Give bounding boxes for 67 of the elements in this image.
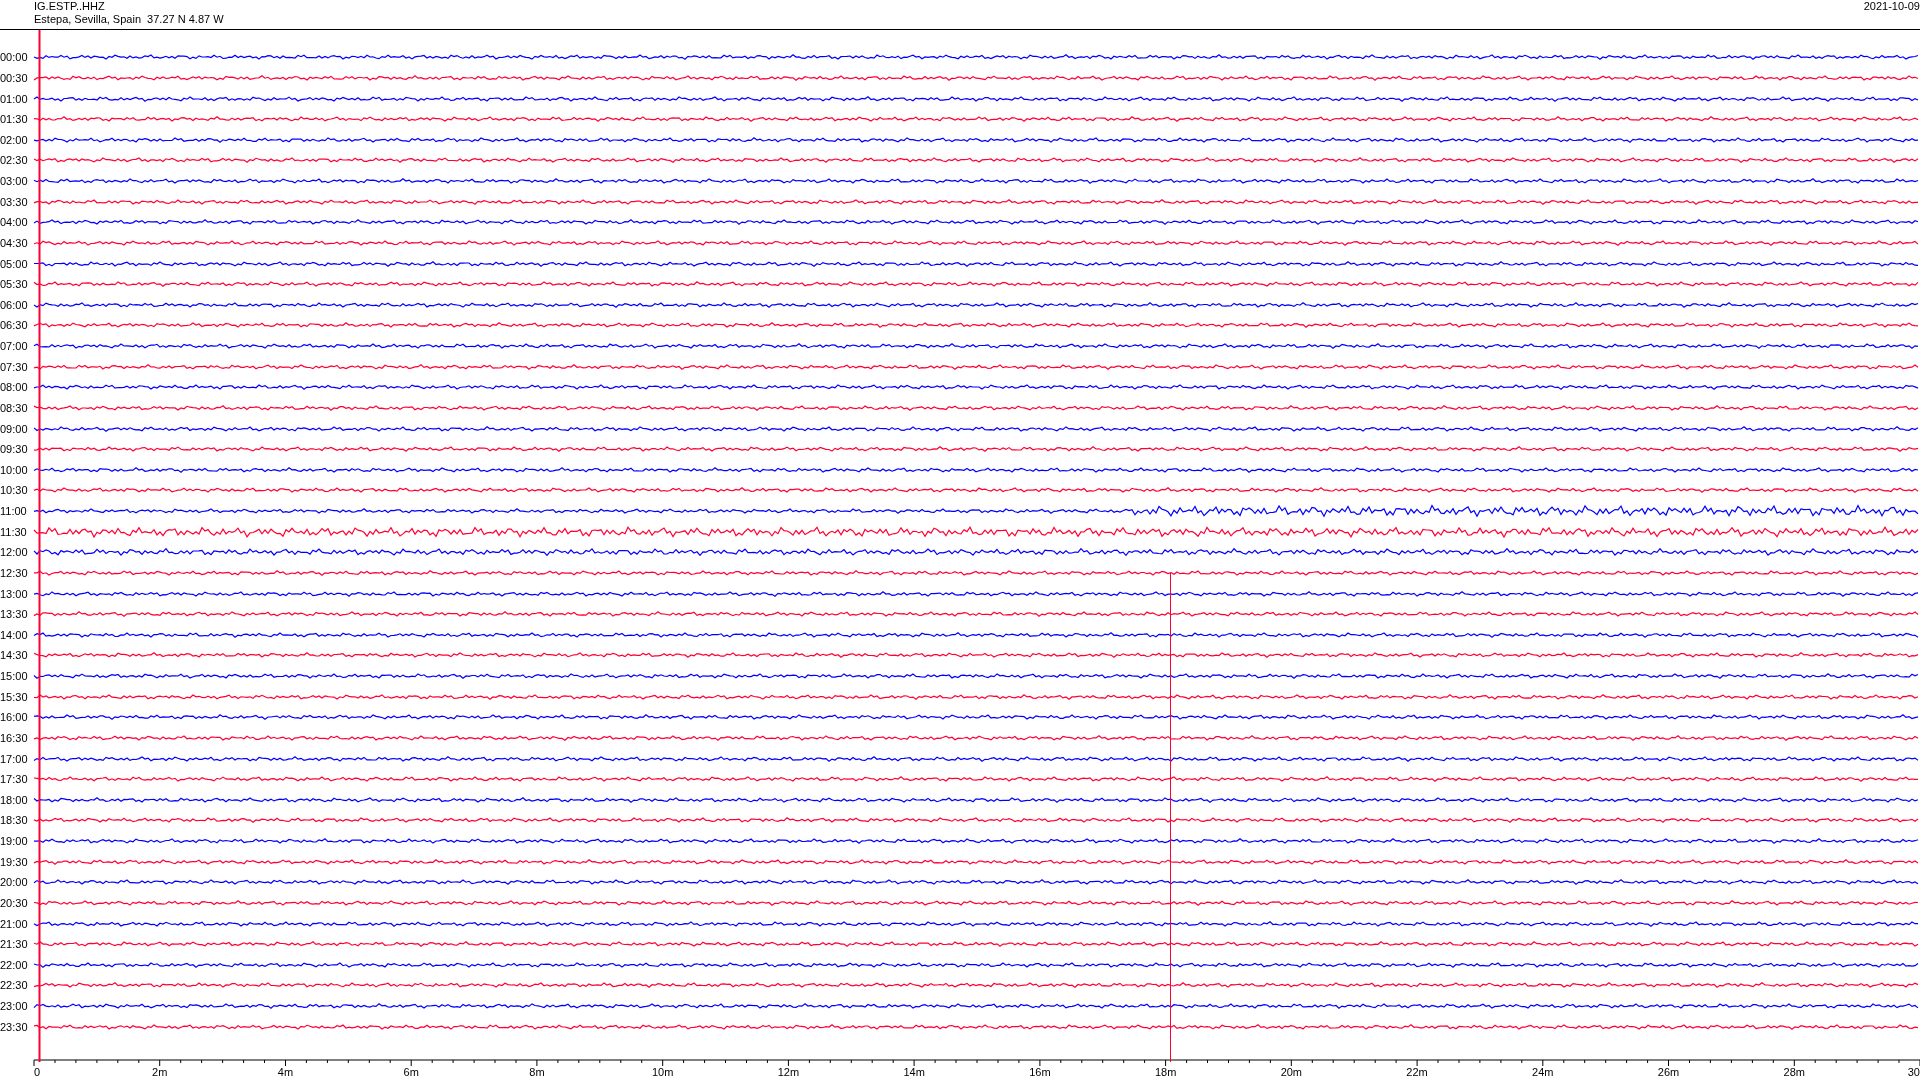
time-label: 00:30 [0, 71, 29, 84]
tick-label: 28m [1783, 1066, 1805, 1078]
time-label: 12:30 [0, 566, 29, 579]
time-label: 00:00 [0, 51, 29, 64]
time-label: 12:00 [0, 546, 29, 559]
time-label: 02:00 [0, 133, 29, 146]
time-label: 13:00 [0, 587, 29, 600]
tick-label: 4m [277, 1066, 294, 1078]
time-label: 10:30 [0, 484, 29, 497]
time-label: 08:30 [0, 401, 29, 414]
time-label: 15:30 [0, 690, 29, 703]
time-label: 14:30 [0, 649, 29, 662]
tick-label: 24m [1532, 1066, 1554, 1078]
time-label: 18:30 [0, 814, 29, 827]
time-label: 07:00 [0, 340, 29, 353]
time-label: 20:30 [0, 896, 29, 909]
tick-label: 12m [777, 1066, 800, 1078]
time-label: 03:00 [0, 175, 29, 188]
time-label: 08:00 [0, 381, 29, 394]
time-label: 16:30 [0, 731, 29, 744]
tick-label: 22m [1406, 1066, 1428, 1078]
time-label: 01:00 [0, 92, 29, 105]
time-label: 21:00 [0, 917, 29, 930]
time-label: 05:30 [0, 278, 29, 291]
time-label: 06:00 [0, 298, 29, 311]
time-label: 02:30 [0, 154, 29, 167]
tick-label: 26m [1657, 1066, 1680, 1078]
tick-label: 20m [1280, 1066, 1303, 1078]
time-label: 09:30 [0, 443, 29, 456]
time-label: 05:00 [0, 257, 29, 270]
time-label: 01:30 [0, 113, 29, 126]
time-label: 22:00 [0, 958, 29, 971]
time-label: 20:00 [0, 876, 29, 889]
tick-label: 14m [903, 1066, 925, 1078]
time-label: 07:30 [0, 360, 29, 373]
station-location: Estepa, Sevilla, Spain 37.27 N 4.87 W [34, 13, 224, 26]
time-label: 23:00 [0, 1000, 29, 1013]
time-label: 18:00 [0, 793, 29, 806]
tick-label: 16m [1029, 1066, 1051, 1078]
tick-label: 10m [651, 1066, 674, 1078]
tick-label: 18m [1154, 1066, 1177, 1078]
date-label: 2021-10-09 [1863, 0, 1920, 13]
station-code: IG.ESTP..HHZ [34, 0, 105, 13]
time-label: 14:00 [0, 628, 29, 641]
time-label: 13:30 [0, 608, 29, 621]
tick-label: 2m [152, 1066, 168, 1078]
time-label: 23:30 [0, 1020, 29, 1033]
time-label: 16:00 [0, 711, 29, 724]
time-label: 11:00 [0, 505, 28, 518]
time-label: 10:00 [0, 463, 29, 476]
tick-label: 0 [34, 1066, 41, 1078]
time-label: 17:30 [0, 773, 29, 786]
time-label: 15:00 [0, 670, 29, 683]
time-label: 22:30 [0, 979, 29, 992]
time-label: 17:00 [0, 752, 29, 765]
time-label: 09:00 [0, 422, 29, 435]
tick-label: 30 [1907, 1066, 1920, 1078]
time-label: 21:30 [0, 938, 29, 951]
time-label: 03:30 [0, 195, 29, 208]
time-label: 04:30 [0, 236, 29, 249]
time-label: 19:00 [0, 835, 29, 848]
time-label: 06:30 [0, 319, 29, 332]
time-label: 11:30 [0, 525, 28, 538]
time-label: 04:00 [0, 216, 29, 229]
tick-label: 8m [529, 1066, 545, 1078]
tick-label: 6m [403, 1066, 419, 1078]
time-label: 19:30 [0, 855, 29, 868]
